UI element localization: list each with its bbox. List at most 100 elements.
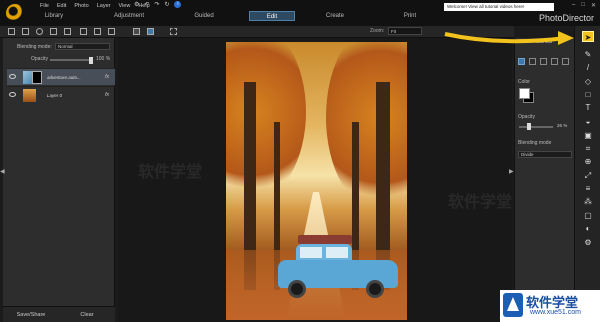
opacity-slider-track[interactable] [50, 59, 92, 61]
view-single-icon[interactable] [133, 28, 140, 35]
title-bar: File Edit Photo Layer View Help ⚙ ↶ ↷ ↻ … [0, 0, 600, 26]
pencil-tool-icon[interactable]: / [582, 62, 594, 73]
select-tool-icon[interactable]: ➤ [582, 31, 594, 42]
eraser-tool-icon[interactable]: ◇ [582, 76, 594, 87]
window-controls: – □ ✕ [572, 2, 596, 9]
align-right-icon[interactable] [540, 58, 547, 65]
menu-view[interactable]: View [119, 2, 131, 10]
save-share-button[interactable]: Save/Share [3, 307, 59, 322]
app-logo [6, 4, 24, 22]
menu-photo[interactable]: Photo [74, 2, 88, 10]
layers-panel: Blending mode: Normal Opacity 100 % adve… [3, 38, 115, 322]
menu-file[interactable]: File [40, 2, 49, 10]
align-left-icon[interactable] [518, 58, 525, 65]
layer-mask-thumbnail [32, 71, 42, 84]
settings-tool-icon[interactable]: ⚙ [582, 237, 594, 248]
brush-tool-icon[interactable]: ✎ [582, 49, 594, 60]
opacity-slider-knob[interactable] [89, 57, 93, 64]
redo-icon[interactable]: ↷ [154, 1, 159, 8]
zoom-label: Zoom: [370, 28, 385, 34]
properties-panel: Watch Tutorials Color Opacity 26 % Blend… [514, 38, 574, 322]
canvas-photo[interactable] [226, 42, 407, 320]
annotation-arrow [444, 31, 574, 45]
layer-fx-icon[interactable]: fx [105, 92, 109, 98]
car-window [326, 247, 348, 258]
new-layer-icon[interactable] [8, 28, 15, 35]
watermark: 软件学堂 [448, 194, 513, 211]
foreground-color-swatch[interactable] [519, 88, 530, 99]
opacity-slider-knob[interactable] [527, 123, 531, 130]
collapse-left-icon[interactable]: ◀ [0, 168, 5, 178]
maximize-icon[interactable]: □ [581, 2, 585, 9]
grid-icon[interactable] [170, 28, 177, 35]
settings-icon[interactable]: ⚙ [134, 1, 139, 8]
blending-mode-select[interactable]: Normal [55, 43, 110, 50]
canvas-area[interactable]: 软件学堂 软件学堂 [118, 38, 512, 322]
clone-tool-icon[interactable]: ⊕ [582, 156, 594, 167]
clear-button[interactable]: Clear [59, 307, 115, 322]
notification-banner[interactable]: Welcome! View all tutorial videos here! [444, 3, 554, 11]
text-tool-icon[interactable]: T [582, 102, 594, 113]
align-bottom-icon[interactable] [562, 58, 569, 65]
site-url: www.xue51.com [530, 309, 581, 316]
layers-panel-footer: Save/Share Clear [3, 306, 115, 322]
image-layer-icon[interactable] [22, 28, 29, 35]
site-logo-icon [503, 293, 523, 317]
crop-tool-icon[interactable]: ⌗ [582, 143, 594, 154]
move-down-icon[interactable] [94, 28, 101, 35]
blending-mode-select[interactable]: Divide [518, 151, 572, 158]
opacity-value: 26 % [557, 123, 568, 128]
minimize-icon[interactable]: – [572, 2, 575, 9]
tab-print[interactable]: Print [380, 11, 440, 21]
zoom-select[interactable]: Fit [388, 27, 422, 35]
car-wheel [288, 280, 306, 298]
frame-tool-icon[interactable]: ▢ [582, 210, 594, 221]
car-window [300, 247, 322, 258]
shape-tool-icon[interactable]: □ [582, 89, 594, 100]
photo-foliage-left [226, 42, 306, 202]
fill-tool-icon[interactable]: ◒ [582, 116, 594, 127]
tab-library[interactable]: Library [24, 11, 84, 21]
gradient-tool-icon[interactable]: ▣ [582, 130, 594, 141]
color-label: Color [518, 79, 530, 85]
move-up-icon[interactable] [80, 28, 87, 35]
delete-icon[interactable] [108, 28, 115, 35]
undo-icon[interactable]: ↶ [144, 1, 149, 8]
mode-tabs: Library Adjustment Guided Edit Create Pr… [24, 11, 455, 21]
color-tool-icon[interactable]: ◐ [582, 223, 594, 234]
layer-row-layer0[interactable]: Layer 0 fx [7, 86, 115, 103]
effects-tool-icon[interactable]: ⁂ [582, 196, 594, 207]
menu-layer[interactable]: Layer [97, 2, 111, 10]
collapse-right-icon[interactable]: ▶ [509, 168, 514, 178]
menu-edit[interactable]: Edit [57, 2, 66, 10]
duplicate-icon[interactable] [64, 28, 71, 35]
tool-strip: ➤ ✎ / ◇ □ T ◒ ▣ ⌗ ⊕ ⤢ ≡ ⁂ ▢ ◐ ⚙ [574, 26, 600, 322]
mask-icon[interactable] [50, 28, 57, 35]
visibility-eye-icon[interactable] [9, 74, 16, 79]
quick-actions: ⚙ ↶ ↷ ↻ i [134, 1, 182, 8]
blending-mode-label: Blending mode [518, 140, 552, 146]
align-top-icon[interactable] [551, 58, 558, 65]
car-wheel [366, 280, 384, 298]
tab-adjustment[interactable]: Adjustment [99, 11, 159, 21]
adjustment-layer-icon[interactable] [36, 28, 43, 35]
refresh-icon[interactable]: ↻ [164, 1, 169, 8]
view-compare-icon[interactable] [147, 28, 154, 35]
toolbar: Zoom: Fit [0, 26, 514, 38]
adjust-tool-icon[interactable]: ≡ [582, 183, 594, 194]
alignment-buttons [518, 58, 569, 65]
layer-name: adventure.auto... [47, 75, 81, 80]
visibility-eye-icon[interactable] [9, 92, 16, 97]
layer-fx-icon[interactable]: fx [105, 74, 109, 80]
tab-guided[interactable]: Guided [174, 11, 234, 21]
tab-edit[interactable]: Edit [249, 11, 295, 21]
tab-create[interactable]: Create [305, 11, 365, 21]
opacity-slider-track[interactable] [519, 126, 553, 128]
help-icon[interactable]: i [174, 1, 182, 8]
watermark: 软件学堂 [138, 164, 203, 181]
align-center-icon[interactable] [529, 58, 536, 65]
close-icon[interactable]: ✕ [591, 2, 596, 9]
transform-tool-icon[interactable]: ⤢ [582, 170, 594, 181]
layer-row-adventure[interactable]: adventure.auto... fx [7, 68, 115, 85]
layer-thumbnail [23, 89, 36, 102]
